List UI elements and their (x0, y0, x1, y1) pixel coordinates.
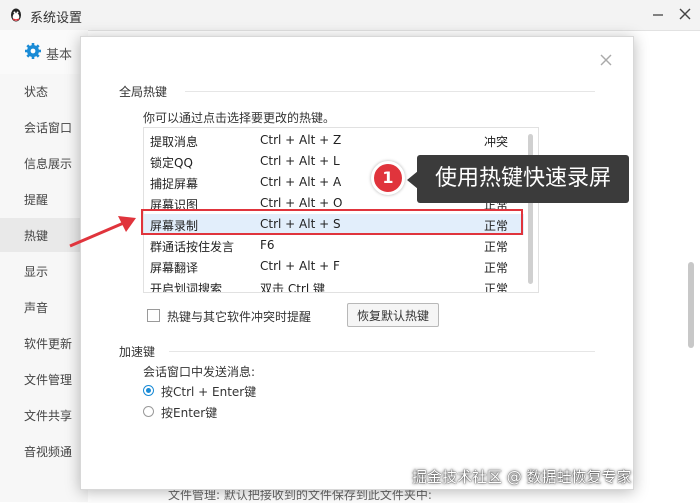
hotkey-row[interactable]: 提取消息 Ctrl + Alt + Z 冲突 (144, 130, 524, 151)
hotkey-keys: F6 (260, 238, 275, 252)
restore-defaults-button[interactable]: 恢复默认热键 (347, 303, 439, 327)
ctrl-enter-label: 按Ctrl + Enter键 (161, 385, 257, 399)
hotkey-name: 屏幕翻译 (150, 261, 199, 275)
hotkey-status: 正常 (484, 240, 509, 254)
hotkey-status: 冲突 (484, 135, 509, 149)
close-icon[interactable] (676, 5, 694, 23)
hotkey-row[interactable]: 开启划词搜索 双击 Ctrl 键 正常 (144, 277, 524, 293)
hotkey-name: 群通话按住发言 (150, 240, 235, 254)
hotkey-keys: Ctrl + Alt + O (260, 196, 343, 210)
hotkey-name: 捕捉屏幕 (150, 177, 199, 191)
qq-penguin-icon (11, 8, 21, 22)
sidebar-item-audio-video[interactable]: 音视频通 (0, 434, 88, 468)
ctrl-enter-radio[interactable] (143, 385, 154, 396)
hotkey-name: 开启划词搜索 (150, 282, 223, 293)
hotkey-name: 锁定QQ (150, 156, 193, 170)
conflict-reminder-label: 热键与其它软件冲突时提醒 (167, 310, 312, 324)
sidebar-item-label: 文件共享 (24, 409, 73, 423)
hotkey-keys: Ctrl + Alt + Z (260, 133, 342, 147)
callout-text: 使用热键快速录屏 (417, 155, 629, 203)
sidebar-item-display[interactable]: 显示 (0, 254, 88, 288)
hotkey-keys: Ctrl + Alt + L (260, 154, 340, 168)
sidebar-item-label: 提醒 (24, 193, 49, 207)
sidebar-item-label: 热键 (24, 229, 49, 243)
hotkey-dialog: 全局热键 你可以通过点击选择要更改的热键。 提取消息 Ctrl + Alt + … (80, 36, 634, 490)
sidebar-item-label: 状态 (24, 85, 49, 99)
hotkey-row[interactable]: 屏幕翻译 Ctrl + Alt + F 正常 (144, 256, 524, 277)
hotkey-keys: Ctrl + Alt + F (260, 259, 340, 273)
sidebar-item-file-management[interactable]: 文件管理 (0, 362, 88, 396)
sidebar-item-reminder[interactable]: 提醒 (0, 182, 88, 216)
window-title: 系统设置 (30, 11, 83, 26)
sidebar-item-status[interactable]: 状态 (0, 74, 88, 108)
enter-label: 按Enter键 (161, 406, 218, 420)
sidebar-item-sound[interactable]: 声音 (0, 290, 88, 324)
close-icon[interactable] (599, 53, 613, 67)
step-number-badge: 1 (371, 161, 405, 195)
watermark: 掘金技术社区 @ 数据蛙恢复专家 (412, 468, 632, 486)
page-scrollbar[interactable] (688, 262, 694, 348)
enter-radio[interactable] (143, 406, 154, 417)
sidebar-item-label: 音视频通 (24, 445, 73, 459)
sidebar-item-software-update[interactable]: 软件更新 (0, 326, 88, 360)
global-hotkeys-heading: 全局热键 (119, 85, 168, 99)
section-divider (185, 91, 595, 92)
sidebar-item-label: 软件更新 (24, 337, 73, 351)
sidebar: 状态 会话窗口 信息展示 提醒 热键 显示 声音 软件更新 文件管理 文件共享 … (0, 74, 88, 502)
hotkey-status: 正常 (484, 261, 509, 275)
sidebar-item-chat-window[interactable]: 会话窗口 (0, 110, 88, 144)
accelerator-heading: 加速键 (119, 345, 156, 359)
basic-tab-label: 基本 (46, 48, 73, 63)
sidebar-item-label: 信息展示 (24, 157, 73, 171)
sidebar-item-label: 会话窗口 (24, 121, 73, 135)
conflict-reminder-checkbox[interactable] (147, 309, 160, 322)
basic-settings-tab[interactable]: 基本 (0, 30, 88, 75)
annotation-arrow-icon (69, 216, 136, 248)
minimize-icon[interactable] (650, 6, 666, 22)
send-message-label: 会话窗口中发送消息: (143, 365, 256, 379)
instructions-text: 你可以通过点击选择要更改的热键。 (143, 111, 336, 125)
hotkey-row[interactable]: 群通话按住发言 F6 正常 (144, 235, 524, 256)
title-bar: 系统设置 (0, 0, 700, 31)
highlight-box (141, 209, 523, 235)
hotkey-name: 提取消息 (150, 135, 199, 149)
hotkey-keys: Ctrl + Alt + A (260, 175, 342, 189)
gear-icon (25, 43, 41, 59)
section-divider (169, 351, 595, 352)
hotkey-status: 正常 (484, 282, 509, 293)
sidebar-item-label: 显示 (24, 265, 49, 279)
hotkey-keys: 双击 Ctrl 键 (260, 282, 325, 293)
sidebar-item-label: 文件管理 (24, 373, 73, 387)
sidebar-item-file-sharing[interactable]: 文件共享 (0, 398, 88, 432)
sidebar-item-label: 声音 (24, 301, 49, 315)
sidebar-item-info-display[interactable]: 信息展示 (0, 146, 88, 180)
